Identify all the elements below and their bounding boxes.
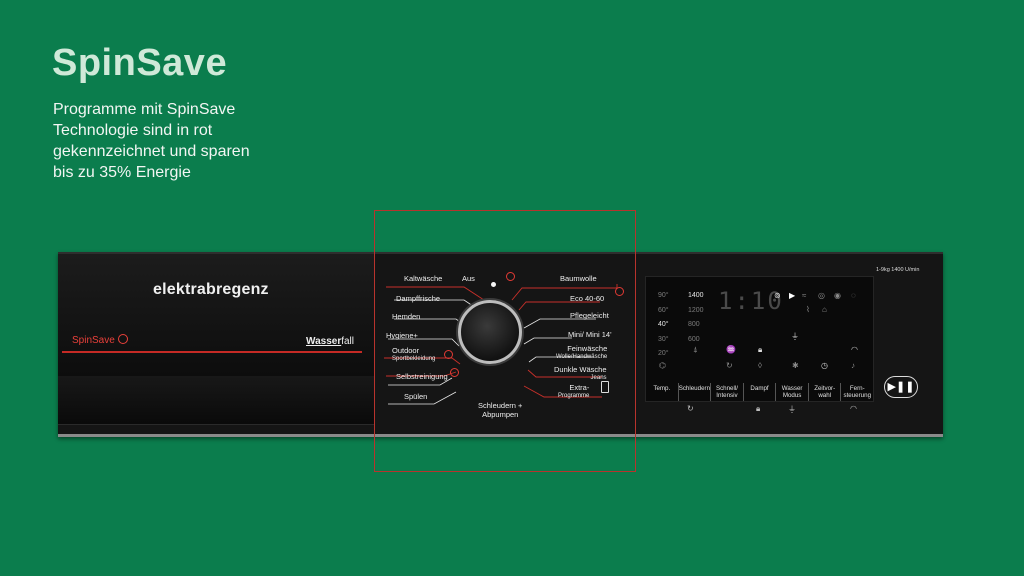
program-spuelen[interactable]: Spülen	[404, 392, 427, 401]
spinsave-icon	[506, 272, 515, 281]
speed-1400: 1400	[688, 292, 704, 299]
program-dial[interactable]	[458, 300, 522, 364]
child-lock-icon: 🔒︎	[756, 404, 761, 413]
program-baumwolle[interactable]: Baumwolle	[560, 274, 597, 283]
spinsave-icon	[444, 350, 453, 359]
spinsave-badge: SpinSave	[72, 334, 128, 346]
lcd-display: 90° 60° 40° 30° 20° 1400 1200 800 600 1:…	[645, 276, 874, 402]
smartphone-icon	[601, 381, 609, 393]
program-hygiene[interactable]: Hygiene+	[386, 331, 418, 340]
program-selector: Aus Kaltwäsche Dampffrische Hemden Hygie…	[374, 254, 644, 434]
hero-line: bis zu 35% Energie	[53, 164, 191, 181]
delay-start-button[interactable]: Zeitvor-wahl	[807, 383, 841, 401]
steam-button[interactable]: Dampf	[742, 383, 776, 401]
program-outdoor[interactable]: Outdoor Sportbekleidung	[392, 346, 435, 364]
program-mini[interactable]: Mini/ Mini 14'	[568, 330, 612, 339]
temperature-column: 90° 60° 40° 30° 20°	[658, 289, 669, 362]
hero-line: Technologie sind in rot	[53, 122, 213, 139]
program-dunkle-waesche[interactable]: Dunkle Wäsche Jeans	[554, 365, 607, 383]
filter-icon: ◌	[851, 291, 856, 300]
capacity-label: 1-9kg 1400 U/min	[876, 267, 920, 273]
program-pflegeleicht[interactable]: Pflegeleicht	[570, 311, 609, 320]
wifi-icon: ◠	[851, 345, 858, 354]
pre-wash-icon: ⌇	[806, 305, 810, 314]
spinsave-icon	[117, 334, 128, 344]
program-kaltwaesche[interactable]: Kaltwäsche	[404, 274, 442, 283]
water-3s-icon: ⏚	[788, 405, 796, 414]
drum-icon: ◎	[818, 291, 825, 300]
speed-1200: 1200	[688, 306, 704, 314]
rinse-icon: ⌬	[659, 361, 666, 370]
spin-speed-column: 1400 1200 800 600	[688, 289, 704, 347]
dial-indicator-dot	[491, 282, 496, 287]
program-selbstreinigung[interactable]: Selbstreinigung	[396, 372, 448, 381]
detergent-drawer[interactable]: elektrabregenz SpinSave Wasserfall	[58, 254, 374, 377]
remote-icon: ♪	[851, 361, 855, 370]
steam-mode-icon: ♒	[726, 345, 736, 354]
temp-40: 40°	[658, 321, 669, 328]
washer-control-panel: elektrabregenz SpinSave Wasserfall Aus K…	[58, 252, 943, 437]
play-indicator-icon: ▶	[789, 291, 796, 300]
play-pause-icon: ▶❚❚	[887, 381, 915, 393]
program-feinwaesche[interactable]: Feinwäsche Wolle/Handwäsche	[556, 344, 607, 362]
temp-90: 90°	[658, 292, 669, 299]
timer-icon: ◷	[821, 361, 828, 370]
remote-control-button[interactable]: Fern-steuerung	[840, 383, 873, 401]
hero-line: gekennzeichnet und sparen	[53, 143, 250, 160]
child-lock-display-icon: ⌂	[822, 305, 827, 314]
drawer-lower-panel	[58, 376, 374, 425]
spinsave-icon	[615, 287, 624, 296]
function-buttons: Temp. Schleudern Schnell/Intensiv Dampf …	[646, 383, 873, 401]
temp-20: 20°	[658, 350, 669, 357]
drop-icon: ◊	[758, 361, 762, 370]
program-schleudern-abpumpen[interactable]: Schleudern + Abpumpen	[478, 401, 522, 419]
program-hemden[interactable]: Hemden	[392, 312, 420, 321]
wifi-3s-icon: ◠	[850, 404, 857, 413]
temp-button[interactable]: Temp.	[646, 383, 678, 401]
fabric-icon: ✱	[792, 361, 799, 370]
program-dampffrische[interactable]: Dampffrische	[396, 294, 440, 303]
temp-30: 30°	[658, 335, 669, 343]
spinsave-display-icon: ⊚	[774, 291, 781, 300]
speed-800: 800	[688, 321, 700, 328]
water-mode-button[interactable]: Wasser Modus	[775, 383, 808, 401]
spinsave-icon	[450, 368, 459, 377]
hero-line: Programme mit SpinSave	[53, 101, 236, 118]
program-off[interactable]: Aus	[462, 274, 475, 283]
program-extra[interactable]: Extra- Programme	[558, 383, 589, 401]
spin-3s-icon: ↻	[687, 404, 694, 413]
lock-icon: 🔒︎	[758, 345, 763, 354]
hero-description: Programme mit SpinSave Technologie sind …	[53, 99, 283, 183]
start-pause-button[interactable]: ▶❚❚	[884, 376, 918, 398]
hero-title: SpinSave	[52, 42, 228, 84]
brand-logo: elektrabregenz	[153, 281, 269, 298]
water-mode-icon: ⏚	[791, 332, 799, 341]
quick-intensive-button[interactable]: Schnell/Intensiv	[710, 383, 743, 401]
spin-icon: ↻	[726, 361, 733, 370]
intensive-icon: ⍋	[693, 345, 698, 354]
spin-button[interactable]: Schleudern	[677, 383, 711, 401]
spinsave-stripe	[62, 351, 362, 353]
steam-icon: ≈	[802, 291, 807, 300]
clean-icon: ◉	[834, 291, 841, 300]
wasserfall-label: Wasserfall	[306, 336, 355, 347]
program-eco[interactable]: Eco 40-60	[570, 294, 604, 303]
temp-60: 60°	[658, 306, 669, 314]
